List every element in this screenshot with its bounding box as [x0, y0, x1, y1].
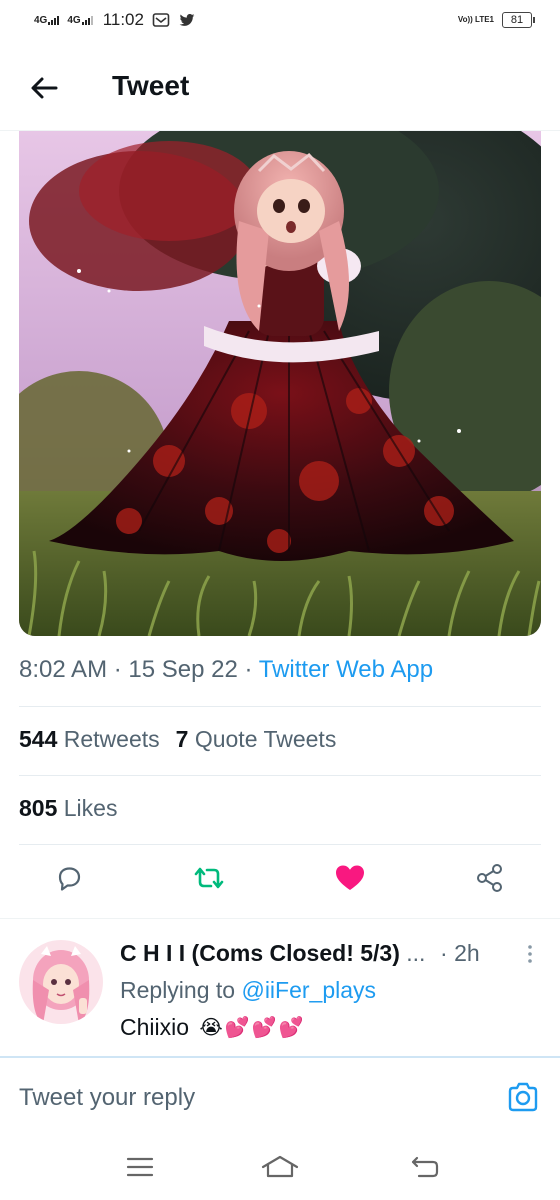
retweet-stats: 544 Retweets 7 Quote Tweets: [19, 726, 336, 753]
status-bar: 4G 4G 11:02 Vo)) LTE1 81: [0, 0, 560, 44]
camera-icon[interactable]: [506, 1080, 540, 1114]
reply-icon: [58, 867, 81, 891]
back-arrow-icon[interactable]: [26, 70, 62, 106]
reply-author-name[interactable]: C H I I (Coms Closed! 5/3) ...: [120, 940, 425, 967]
back-nav-icon: [411, 1156, 439, 1178]
reply-input[interactable]: Tweet your reply: [19, 1084, 195, 1112]
crying-face-emoji: 😭: [199, 1017, 223, 1039]
tweet-source-link[interactable]: Twitter Web App: [259, 656, 433, 683]
tweet-timestamp: 8:02 AM · 15 Sep 22 · Twitter Web App: [19, 656, 434, 683]
like-button[interactable]: [330, 858, 370, 898]
hearts-emoji: 💕: [224, 1017, 250, 1039]
retweets-stat[interactable]: 544 Retweets: [19, 726, 160, 752]
menu-icon: [126, 1157, 154, 1177]
mention-link[interactable]: @iiFer_plays: [241, 977, 376, 1003]
avatar[interactable]: [19, 940, 103, 1024]
tweet-actions: [0, 858, 560, 908]
header: Tweet: [0, 44, 560, 131]
page-title: Tweet: [112, 70, 190, 101]
likes-stat[interactable]: 805 Likes: [19, 795, 117, 822]
reply-text: Chiixio 😭 💕 💕 💕: [120, 1014, 304, 1040]
share-icon: [477, 864, 502, 892]
mail-icon: [152, 13, 170, 27]
divider: [0, 918, 560, 919]
volte-indicator: Vo)) LTE1: [457, 15, 494, 24]
divider: [19, 706, 541, 707]
menu-button[interactable]: [120, 1149, 160, 1185]
system-nav-bar: [0, 1129, 560, 1200]
reply-button[interactable]: [49, 858, 89, 898]
home-button[interactable]: [260, 1149, 300, 1185]
signal-icon-1: 4G: [34, 15, 60, 26]
hearts-emoji: 💕: [278, 1017, 304, 1039]
quote-tweets-stat[interactable]: 7 Quote Tweets: [176, 726, 337, 752]
retweet-button[interactable]: [189, 858, 229, 898]
home-icon: [261, 1155, 299, 1178]
more-icon[interactable]: [524, 942, 536, 966]
divider: [19, 844, 541, 845]
hearts-emoji: 💕: [251, 1017, 277, 1039]
like-icon: [336, 865, 364, 890]
battery-icon: 81: [502, 12, 535, 28]
signal-icon-2: 4G: [67, 15, 93, 26]
twitter-bird-icon: [179, 14, 195, 26]
tweet-image[interactable]: [19, 131, 541, 636]
back-nav-button[interactable]: [405, 1149, 445, 1185]
clock: 11:02: [102, 10, 144, 29]
reply-time: · 2h: [440, 940, 480, 966]
replying-to: Replying to @iiFer_plays: [120, 977, 377, 1003]
share-button[interactable]: [470, 858, 510, 898]
retweet-icon: [194, 867, 224, 889]
reply-composer[interactable]: Tweet your reply: [0, 1056, 560, 1131]
divider: [19, 775, 541, 776]
